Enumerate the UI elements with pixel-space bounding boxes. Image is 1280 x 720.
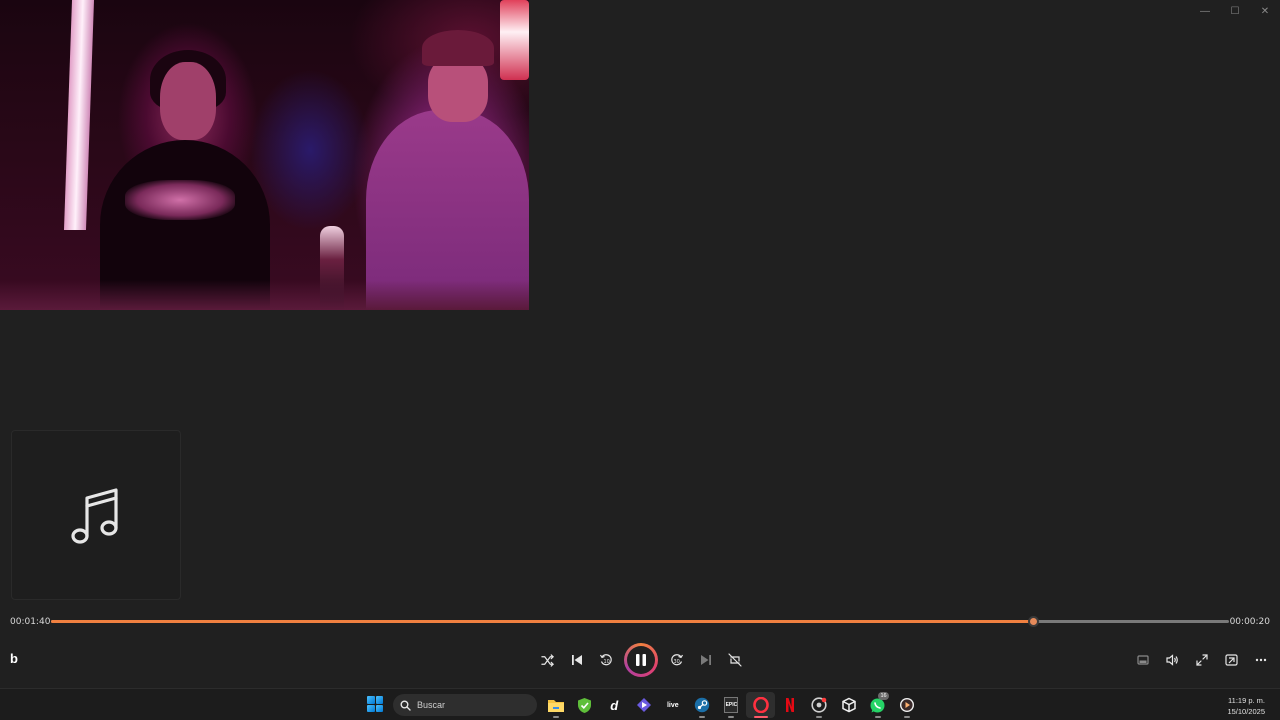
epic-games-icon: EPIC (724, 697, 739, 713)
miniplayer-icon (1137, 655, 1149, 665)
seek-bar-fill (51, 620, 1034, 623)
running-indicator (874, 716, 881, 718)
seek-bar[interactable] (51, 616, 1229, 627)
video-frame[interactable] (0, 0, 529, 310)
volume-icon (1166, 654, 1179, 666)
chrome-beta-app[interactable] (805, 692, 834, 718)
clock-date: 15/10/2025 (1227, 707, 1265, 716)
seek-bar-thumb[interactable] (1028, 616, 1040, 627)
window-caption-buttons: — ☐ ✕ (1190, 0, 1280, 22)
cube-app[interactable] (834, 692, 863, 718)
repeat-button[interactable] (720, 644, 749, 676)
media-player-window: — ☐ ✕ 00:01:40 00:00:20 b 10 30 (0, 0, 1280, 688)
close-button[interactable]: ✕ (1250, 0, 1280, 22)
whatsapp-app[interactable]: 16 (863, 692, 892, 718)
opera-app[interactable] (746, 692, 776, 718)
secondary-controls (1129, 645, 1277, 675)
windows-logo-tile (367, 696, 375, 704)
track-title[interactable]: b (10, 651, 18, 666)
miniplayer-button[interactable] (1129, 645, 1159, 675)
video-person-a-head (160, 62, 216, 140)
system-clock[interactable]: 11:19 p. m. 15/10/2025 (1227, 695, 1265, 717)
start-button[interactable] (364, 693, 386, 715)
more-button[interactable] (1247, 645, 1277, 675)
discord-app[interactable] (629, 692, 658, 718)
elapsed-time: 00:01:40 (10, 617, 51, 627)
pause-button-inner (627, 646, 655, 674)
previous-button[interactable] (562, 644, 591, 676)
clock-time: 11:19 p. m. (1228, 696, 1265, 705)
active-indicator (753, 716, 768, 718)
arrow-app-icon (636, 698, 651, 712)
forward-30-icon: 30 (670, 654, 683, 666)
media-player-app[interactable] (893, 692, 922, 718)
remaining-time: 00:00:20 (1229, 617, 1270, 627)
video-pole (63, 0, 95, 230)
search-icon (400, 700, 411, 711)
folder-icon (547, 699, 564, 712)
live-icon: live (666, 701, 679, 709)
minimize-button[interactable]: — (1190, 0, 1220, 22)
running-indicator (816, 716, 823, 718)
rewind-10-icon: 10 (599, 654, 612, 666)
file-explorer-app[interactable] (541, 692, 570, 718)
running-indicator (728, 716, 735, 718)
fullscreen-button[interactable] (1188, 645, 1218, 675)
video-shirt-print (125, 180, 235, 220)
live-app[interactable]: live (658, 692, 687, 718)
shuffle-icon (541, 653, 554, 667)
album-art (11, 430, 181, 600)
cube-icon (841, 697, 856, 713)
volume-button[interactable] (1158, 645, 1188, 675)
svg-text:10: 10 (603, 659, 609, 665)
repeat-off-icon (727, 653, 742, 667)
pause-button[interactable] (624, 643, 658, 677)
taskbar: Buscar d live EPIC 16 11:19 p. m. 15/10/… (0, 688, 1280, 720)
next-button[interactable] (691, 644, 720, 676)
transport-controls: 10 30 (533, 643, 749, 677)
running-indicator (904, 716, 911, 718)
netflix-icon (786, 698, 795, 712)
steam-icon (694, 697, 710, 713)
dlive-icon: d (610, 697, 619, 713)
shield-app[interactable] (570, 692, 599, 718)
windows-logo-tile (367, 704, 375, 712)
pause-icon (636, 654, 646, 666)
dlive-app[interactable]: d (600, 692, 629, 718)
windows-logo-tile (375, 696, 383, 704)
taskbar-search[interactable]: Buscar (393, 694, 537, 716)
more-icon (1256, 658, 1267, 662)
video-cone (500, 0, 529, 80)
forward-30-button[interactable]: 30 (662, 644, 691, 676)
whatsapp-badge: 16 (878, 692, 889, 700)
music-note-icon (71, 488, 118, 544)
media-player-icon (900, 698, 915, 712)
fullscreen-icon (1196, 654, 1208, 666)
maximize-button[interactable]: ☐ (1220, 0, 1250, 22)
netflix-app[interactable] (775, 692, 804, 718)
cast-button[interactable] (1217, 645, 1247, 675)
rewind-10-button[interactable]: 10 (591, 644, 620, 676)
cast-icon (1225, 654, 1238, 666)
chrome-icon (811, 697, 827, 713)
taskbar-apps: d live EPIC 16 (541, 692, 922, 718)
video-person-b-cap (422, 30, 494, 66)
search-placeholder: Buscar (417, 700, 446, 710)
opera-icon (752, 697, 769, 713)
previous-icon (571, 655, 582, 665)
windows-logo-tile (375, 704, 383, 712)
shuffle-button[interactable] (533, 644, 562, 676)
next-icon (700, 655, 711, 665)
running-indicator (699, 716, 706, 718)
steam-app[interactable] (687, 692, 716, 718)
shield-icon (578, 697, 592, 713)
svg-text:30: 30 (673, 659, 679, 665)
video-floor (0, 280, 529, 310)
epic-games-app[interactable]: EPIC (717, 692, 746, 718)
running-indicator (552, 716, 559, 718)
